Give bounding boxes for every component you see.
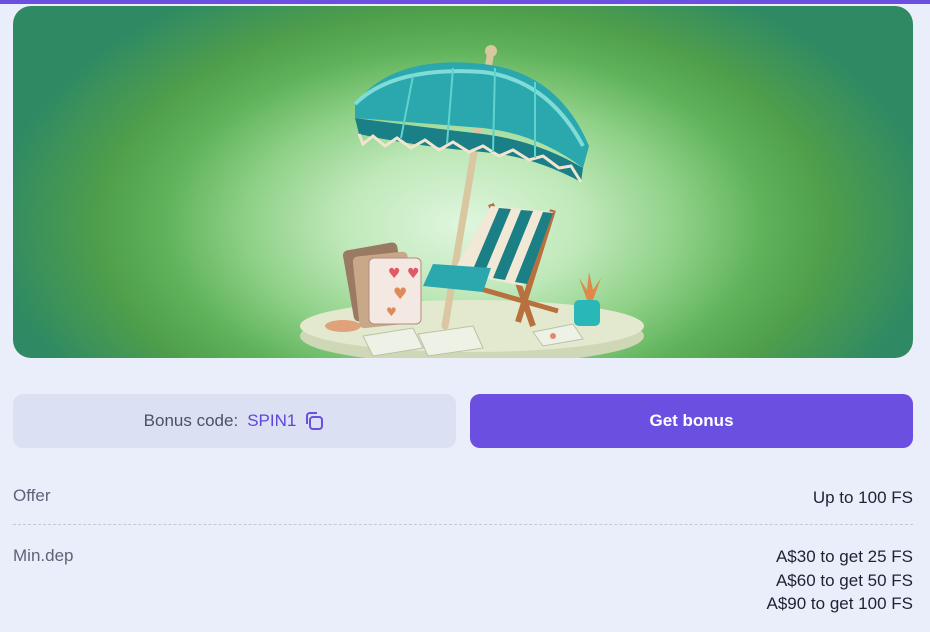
copy-icon[interactable] — [303, 410, 325, 432]
svg-text:♥: ♥ — [393, 284, 407, 303]
playing-cards: ♥ ♥ ♥ ♥ — [342, 242, 422, 329]
bonus-code-label: Bonus code: — [143, 411, 239, 430]
top-accent-bar — [0, 0, 930, 4]
svg-text:♥: ♥ — [407, 266, 420, 282]
min-dep-tier: A$30 to get 25 FS — [775, 547, 913, 566]
bonus-banner-image: ♥ ♥ ♥ ♥ — [13, 6, 913, 358]
divider — [13, 524, 913, 525]
beach-umbrella-illustration: ♥ ♥ ♥ ♥ — [300, 45, 644, 358]
min-dep-label: Min.dep — [13, 546, 74, 565]
svg-text:♥: ♥ — [388, 266, 401, 282]
bonus-code-value: SPIN1 — [247, 411, 297, 430]
min-dep-tier: A$90 to get 100 FS — [766, 594, 914, 613]
bonus-code-button[interactable]: Bonus code: SPIN1 — [13, 394, 456, 448]
get-bonus-button[interactable]: Get bonus — [470, 394, 913, 448]
offer-value: Up to 100 FS — [812, 488, 913, 507]
min-dep-values: A$30 to get 25 FS A$60 to get 50 FS A$90… — [767, 545, 914, 616]
potted-plant — [574, 272, 601, 326]
offer-label: Offer — [13, 486, 51, 505]
svg-text:♥: ♥ — [386, 305, 397, 319]
min-dep-tier: A$60 to get 50 FS — [775, 570, 913, 590]
